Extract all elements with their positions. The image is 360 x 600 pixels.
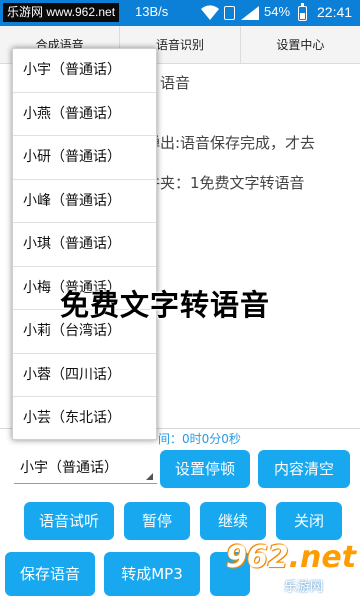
close-button[interactable]: 关闭 [276, 502, 342, 540]
watermark-label: 乐游网 www.962.net [3, 3, 120, 22]
sim-card-icon [224, 6, 235, 20]
pause-button[interactable]: 暂停 [124, 502, 190, 540]
voice-select[interactable]: 小宇（普通话） [14, 452, 157, 484]
voice-option[interactable]: 小宇（普通话） [13, 49, 156, 93]
voice-dropdown-list: 小宇（普通话） 小燕（普通话） 小研（普通话） 小峰（普通话） 小琪（普通话） … [12, 48, 157, 440]
timer-label: 间：0时0分0秒 [158, 432, 241, 446]
convert-mp3-button[interactable]: 转成MP3 [104, 552, 200, 596]
voice-option[interactable]: 小峰（普通话） [13, 180, 156, 223]
text-line-2: 弹出:语音保存完成，才去 [145, 134, 316, 152]
clock: 22:41 [317, 4, 353, 20]
voice-option[interactable]: 小燕（普通话） [13, 93, 156, 136]
text-line-1: 语音 [160, 74, 191, 92]
pause-settings-button[interactable]: 设置停顿 [160, 450, 250, 488]
voice-option[interactable]: 小芸（东北话） [13, 397, 156, 441]
voice-option[interactable]: 小蓉（四川话） [13, 354, 156, 397]
battery-percent: 54% [264, 4, 291, 19]
voice-option[interactable]: 小研（普通话） [13, 136, 156, 180]
save-voice-button[interactable]: 保存语音 [5, 552, 95, 596]
dropdown-arrow-icon [146, 473, 153, 480]
preview-button[interactable]: 语音试听 [24, 502, 114, 540]
status-bar: 乐游网 www.962.net 13B/s 54% 22:41 [0, 0, 360, 26]
tab-settings[interactable]: 设置中心 [241, 26, 360, 63]
signal-icon [241, 6, 259, 20]
wifi-icon [201, 5, 219, 20]
logo-number: 962.net [226, 540, 357, 575]
network-speed: 13B/s [135, 4, 169, 19]
text-line-3: 件夹：1免费文字转语音 [145, 174, 305, 192]
battery-icon [298, 3, 307, 21]
voice-option[interactable]: 小琪（普通话） [13, 223, 156, 267]
clear-content-button[interactable]: 内容清空 [258, 450, 350, 488]
site-logo: 962.net 乐游网 [226, 540, 356, 598]
logo-site-name: 乐游网 [284, 580, 324, 595]
voice-select-value: 小宇（普通话） [20, 460, 118, 476]
resume-button[interactable]: 继续 [200, 502, 266, 540]
overlay-title: 免费文字转语音 [60, 288, 271, 322]
